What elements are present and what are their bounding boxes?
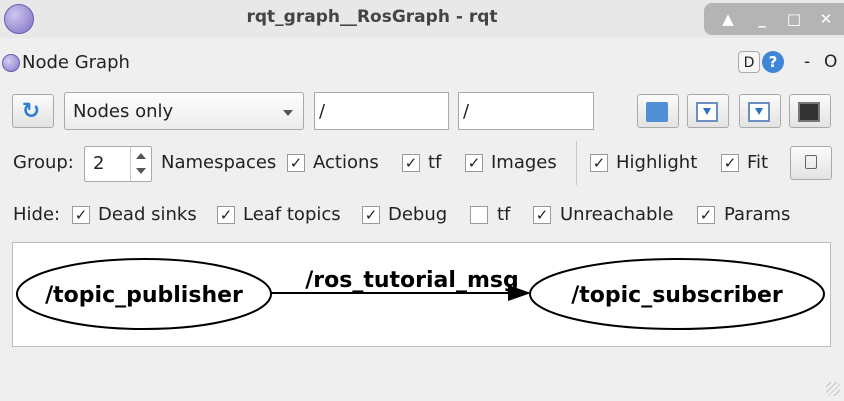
plugin-icon [2, 54, 20, 72]
maximize-button[interactable]: □ [782, 7, 806, 31]
publisher-node-label: /topic_publisher [45, 283, 243, 308]
debug-checkbox[interactable]: ✓ [362, 206, 380, 224]
subscriber-node-label: /topic_subscriber [571, 283, 783, 308]
save-svg-icon [748, 102, 770, 122]
fit-view-icon [805, 155, 817, 169]
toolbar: ↻ Nodes only / / [0, 90, 844, 134]
close-button[interactable]: ✕ [814, 7, 838, 31]
title-bar: rqt_graph__RosGraph - rqt ▲ _ □ ✕ [0, 0, 844, 38]
spin-down-icon[interactable] [136, 168, 146, 174]
tf-checkbox[interactable]: ✓ [402, 154, 420, 172]
help-icon[interactable]: ? [762, 51, 784, 73]
load-dot-button[interactable] [637, 94, 679, 128]
unreachable-checkbox[interactable]: ✓ [533, 206, 551, 224]
save-svg-button[interactable] [739, 94, 781, 128]
leaf-topics-checkbox[interactable]: ✓ [217, 206, 235, 224]
save-icon [696, 102, 718, 122]
chevron-down-icon [283, 110, 293, 116]
panel-header: Node Graph D ? - O [0, 46, 844, 80]
window-title: rqt_graph__RosGraph - rqt [246, 7, 498, 27]
save-image-button[interactable] [789, 94, 831, 128]
unreachable-label: Unreachable [560, 204, 674, 225]
window-controls: ▲ _ □ ✕ [704, 3, 844, 35]
group-value: 2 [93, 153, 105, 174]
graph-mode-value: Nodes only [73, 101, 174, 122]
minimize-panel-button[interactable]: - [804, 52, 810, 72]
dead-sinks-label: Dead sinks [98, 204, 197, 225]
hide-tf-checkbox[interactable] [470, 206, 488, 224]
params-checkbox[interactable]: ✓ [697, 206, 715, 224]
close-panel-button[interactable]: O [824, 52, 837, 72]
namespace-filter-input[interactable]: / [314, 92, 449, 130]
topic-filter-input[interactable]: / [458, 92, 594, 130]
resize-grip[interactable] [826, 382, 840, 396]
options-row: Group: 2 Namespaces ✓ Actions ✓ tf ✓ Ima… [0, 146, 844, 182]
graph-mode-select[interactable]: Nodes only [64, 92, 304, 130]
maximize-up-icon[interactable]: ▲ [716, 7, 740, 31]
spin-up-icon[interactable] [136, 153, 146, 159]
actions-checkbox[interactable]: ✓ [287, 154, 305, 172]
minimize-button[interactable]: _ [750, 7, 774, 31]
images-label: Images [491, 152, 557, 173]
params-label: Params [724, 204, 791, 225]
save-dot-button[interactable] [687, 94, 729, 128]
leaf-topics-label: Leaf topics [243, 204, 341, 225]
dock-d-button[interactable]: D [738, 51, 760, 73]
spin-buttons[interactable] [130, 147, 151, 181]
panel-title: Node Graph [22, 52, 130, 73]
screenshot-icon [798, 102, 820, 122]
actions-label: Actions [313, 152, 379, 173]
hide-label: Hide: [13, 204, 61, 225]
graph-svg: /topic_publisher /ros_tutorial_msg /topi… [16, 258, 825, 330]
group-spinbox[interactable]: 2 [84, 146, 152, 182]
fit-label: Fit [747, 152, 769, 173]
hide-tf-label: tf [497, 204, 511, 225]
toolbar-separator [576, 141, 577, 185]
graph-canvas[interactable]: /topic_publisher /ros_tutorial_msg /topi… [12, 242, 831, 347]
group-label: Group: [13, 152, 74, 173]
highlight-label: Highlight [616, 152, 698, 173]
edge-label: /ros_tutorial_msg [305, 268, 518, 293]
tf-label: tf [428, 152, 442, 173]
dead-sinks-checkbox[interactable]: ✓ [72, 206, 90, 224]
refresh-button[interactable]: ↻ [12, 94, 54, 128]
namespaces-label: Namespaces [161, 152, 277, 173]
hide-row: Hide: ✓ Dead sinks ✓ Leaf topics ✓ Debug… [0, 198, 844, 232]
debug-label: Debug [388, 204, 448, 225]
images-checkbox[interactable]: ✓ [465, 154, 483, 172]
fit-checkbox[interactable]: ✓ [721, 154, 739, 172]
fit-in-view-button[interactable] [790, 146, 832, 180]
refresh-icon: ↻ [21, 99, 41, 124]
highlight-checkbox[interactable]: ✓ [590, 154, 608, 172]
folder-icon [646, 102, 668, 122]
